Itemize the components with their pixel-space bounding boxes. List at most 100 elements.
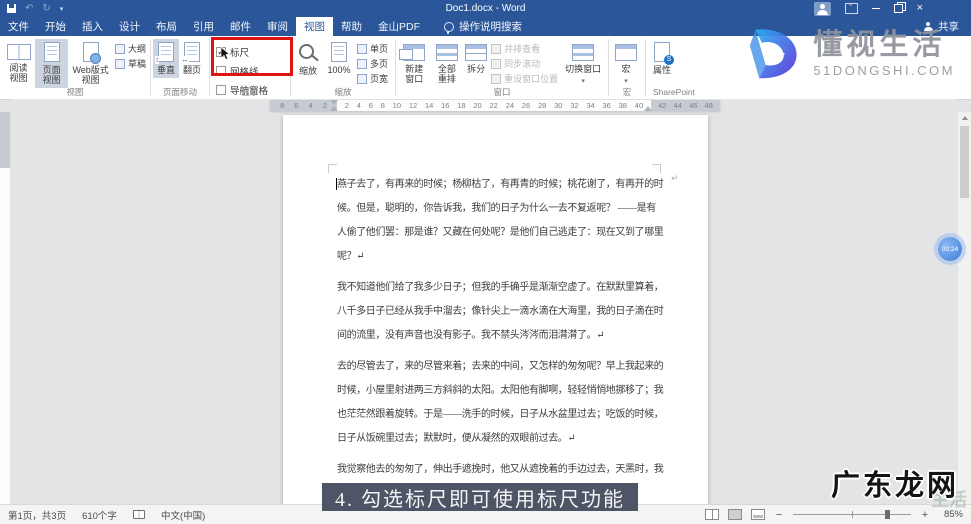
page-indicator[interactable]: 第1页，共3页 (8, 508, 66, 522)
zoom-100-button[interactable]: 100% (323, 39, 355, 78)
language-indicator[interactable]: 中文(中国) (161, 508, 205, 522)
tab-file[interactable]: 文件 (0, 17, 37, 36)
zoom-button[interactable]: 缩放 (293, 39, 323, 79)
page-width-icon (357, 74, 367, 84)
tab-layout[interactable]: 布局 (148, 17, 185, 36)
account-avatar[interactable] (813, 1, 831, 16)
brand-name: 懂视生活 (813, 29, 946, 61)
arrange-all-label: 全部重排 (437, 64, 456, 84)
proofing-icon[interactable] (132, 510, 145, 519)
ribbon-group-window: 新建窗口 全部重排 拆分 并排查看 同步滚动 重设窗口位置 切换窗口 ▾ 窗口 (396, 36, 608, 99)
tab-jinshan-pdf[interactable]: 金山PDF (370, 17, 428, 36)
tutorial-caption: 4. 勾选标尺即可使用标尺功能 (322, 483, 638, 511)
side-to-side-button[interactable]: ↔ 翻页 (179, 39, 205, 78)
one-page-button[interactable]: 单页 (357, 44, 388, 54)
vertical-scrollbar[interactable] (958, 112, 971, 505)
print-layout-view-icon[interactable] (728, 509, 742, 520)
tell-me-label: 操作说明搜索 (459, 21, 522, 33)
properties-label: 属性 (652, 65, 671, 75)
ribbon-group-views: 阅读视图 页面视图 Web版式视图 大纲 草稿 视图 (0, 36, 150, 99)
document-page[interactable]: ↵ 燕子去了，有再来的时候；杨柳枯了，有再青的时候；桃花谢了，有再开的时 候。但是… (283, 115, 708, 505)
ribbon-group-macros: 宏 ▾ 宏 (609, 36, 645, 99)
multiple-pages-button[interactable]: 多页 (357, 59, 388, 69)
page-width-button[interactable]: 页宽 (357, 74, 388, 84)
brand-logo-icon (750, 29, 797, 79)
show-group-label: 显示 (241, 87, 259, 97)
tab-home[interactable]: 开始 (37, 17, 74, 36)
vertical-ruler[interactable] (0, 112, 10, 505)
paragraph-mark: ↵ (671, 173, 679, 183)
tab-help[interactable]: 帮助 (333, 17, 370, 36)
corner-stamp-watermark: 广东龙网 (830, 470, 959, 502)
scroll-up-arrow-icon[interactable] (958, 112, 971, 124)
draft-label: 草稿 (127, 59, 146, 69)
window-group-label: 窗口 (493, 87, 511, 97)
ribbon-group-page-movement: ↕ 垂直 ↔ 翻页 页面移动 (151, 36, 209, 99)
web-layout-icon (82, 42, 101, 64)
reset-window-position-button[interactable]: 重设窗口位置 (491, 74, 558, 84)
switch-windows-button[interactable]: 切换窗口 ▾ (560, 39, 606, 90)
draft-button[interactable]: 草稿 (114, 59, 146, 69)
horizontal-ruler[interactable]: 8642 2 4 6 8 10 12 14 16 18 20 22 24 26 28 30 32 34 36 38 4… (10, 99, 958, 112)
outline-button[interactable]: 大纲 (114, 44, 146, 54)
right-indent-marker[interactable] (644, 106, 652, 111)
read-mode-view-icon[interactable] (705, 509, 719, 520)
ribbon-group-zoom: 缩放 100% 单页 多页 页宽 缩放 (291, 36, 395, 99)
macros-icon (615, 44, 637, 61)
document-text[interactable]: 燕子去了，有再来的时候；杨柳枯了，有再青的时候；桃花谢了，有再开的时 候。但是，聪… (337, 173, 664, 489)
margin-crop-mark (652, 164, 661, 173)
tab-references[interactable]: 引用 (185, 17, 222, 36)
reset-position-label: 重设窗口位置 (504, 74, 559, 84)
magnifier-icon (298, 44, 314, 59)
tab-view[interactable]: 视图 (296, 17, 333, 36)
zoom-mini-column: 单页 多页 页宽 (355, 39, 390, 89)
tab-insert[interactable]: 插入 (74, 17, 111, 36)
word-count[interactable]: 610个字 (82, 508, 117, 522)
sync-scroll-label: 同步滚动 (504, 59, 541, 69)
tell-me-search[interactable]: 操作说明搜索 (434, 17, 532, 36)
vertical-button[interactable]: ↕ 垂直 (153, 39, 179, 78)
first-line-indent-marker[interactable] (330, 100, 338, 105)
minimize-button[interactable] (871, 8, 880, 9)
zoom-out-button[interactable]: − (774, 509, 784, 521)
arrange-all-button[interactable]: 全部重排 (431, 39, 464, 87)
web-layout-view-icon[interactable] (751, 509, 765, 520)
synchronous-scrolling-button[interactable]: 同步滚动 (491, 59, 558, 69)
zoom-slider-thumb[interactable] (885, 510, 891, 519)
tab-review[interactable]: 审阅 (259, 17, 296, 36)
outline-label: 大纲 (127, 44, 146, 54)
mouse-cursor-icon (221, 47, 231, 60)
ruler-right-margin: 42 44 46 48 (651, 100, 720, 111)
views-mini-column: 大纲 草稿 (113, 39, 148, 74)
ruler-left-numbers: 8642 (280, 101, 327, 110)
macros-group-label: 宏 (622, 87, 632, 97)
multiple-pages-icon (357, 59, 367, 69)
tutorial-caption-text: 4. 勾选标尺即可使用标尺功能 (335, 488, 625, 511)
close-button[interactable]: × (917, 3, 923, 14)
zoom-slider[interactable] (793, 509, 911, 520)
window-controls: × (813, 1, 971, 16)
scrollbar-thumb[interactable] (960, 126, 969, 198)
split-label: 拆分 (467, 64, 486, 74)
macros-button[interactable]: 宏 ▾ (611, 39, 641, 90)
print-layout-button[interactable]: 页面视图 (35, 39, 69, 88)
ruler-left-margin: 8642 (270, 100, 337, 111)
read-mode-button[interactable]: 阅读视图 (2, 39, 35, 86)
print-layout-label: 页面视图 (42, 65, 61, 85)
ribbon-display-options-icon[interactable] (844, 3, 858, 14)
tab-design[interactable]: 设计 (111, 17, 148, 36)
zoom-in-button[interactable]: + (920, 509, 930, 521)
video-timer-badge: 00:24 (938, 237, 962, 261)
web-layout-button[interactable]: Web版式视图 (68, 39, 113, 88)
zoom-100-label: 100% (327, 65, 351, 75)
outline-icon (114, 44, 125, 54)
restore-button[interactable] (893, 2, 906, 13)
paragraph: 我觉察他去的匆匆了，伸出手遮挽时，他又从遮挽着的手边过去，天黑时，我 (337, 464, 664, 475)
view-side-by-side-button[interactable]: 并排查看 (491, 44, 558, 54)
new-window-button[interactable]: 新建窗口 (398, 39, 431, 87)
hanging-indent-marker[interactable] (330, 106, 338, 111)
split-icon (465, 44, 488, 61)
split-button[interactable]: 拆分 (463, 39, 489, 77)
properties-button[interactable]: 属性 (648, 39, 676, 78)
tab-mailings[interactable]: 邮件 (222, 17, 259, 36)
